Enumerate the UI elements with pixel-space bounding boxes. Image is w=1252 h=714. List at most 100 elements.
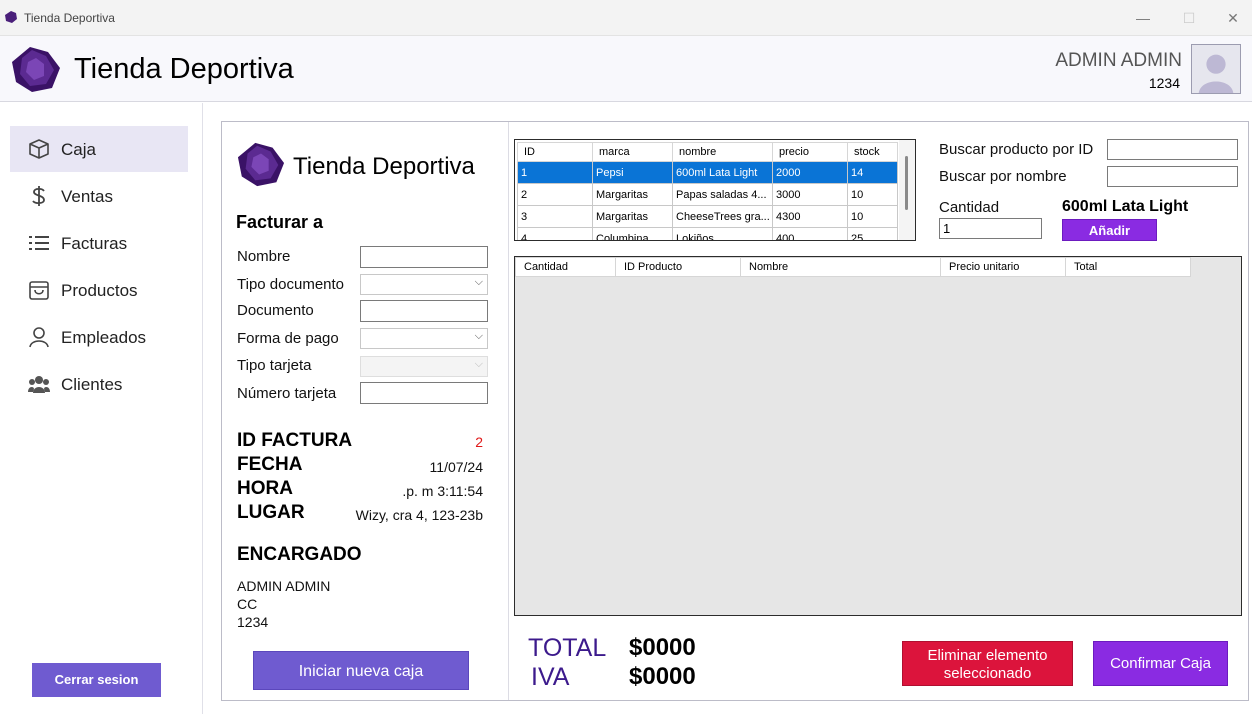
sidebar-item-label: Caja bbox=[61, 140, 96, 159]
search-id-label: Buscar producto por ID bbox=[939, 141, 1094, 158]
confirm-cash-button[interactable]: Confirmar Caja bbox=[1093, 641, 1228, 686]
current-user-code: 1234 bbox=[1148, 75, 1180, 91]
dollar-icon bbox=[32, 186, 45, 206]
add-button[interactable]: Añadir bbox=[1062, 219, 1157, 241]
brand-logo-icon bbox=[12, 47, 60, 92]
total-label: TOTAL bbox=[528, 634, 607, 662]
chevron-down-icon: ⌵ bbox=[474, 358, 483, 370]
chevron-down-icon: ⌵ bbox=[474, 330, 483, 342]
table-row[interactable]: 2 Margaritas Papas saladas 4... 3000 10 bbox=[517, 183, 898, 206]
tipo-tarjeta-select[interactable]: ⌵ bbox=[360, 356, 488, 377]
nombre-label: Nombre bbox=[237, 248, 291, 265]
hora-label: HORA bbox=[237, 478, 293, 499]
avatar[interactable] bbox=[1191, 44, 1241, 94]
fecha-label: FECHA bbox=[237, 454, 303, 475]
table-cell: Columbina bbox=[592, 227, 673, 240]
delete-selected-button[interactable]: Eliminar elemento seleccionado bbox=[902, 641, 1073, 686]
table-cell: 1 bbox=[517, 161, 593, 184]
app-logo-icon bbox=[5, 11, 17, 23]
table-cell: 3000 bbox=[772, 183, 848, 206]
sidebar-item-clientes[interactable]: Clientes bbox=[10, 361, 188, 407]
numero-tarjeta-input[interactable] bbox=[360, 382, 488, 404]
documento-label: Documento bbox=[237, 302, 314, 319]
table-row[interactable]: 4 Columbina Lokiños 400 25 bbox=[517, 227, 898, 240]
brand-title: Tienda Deportiva bbox=[74, 53, 294, 85]
table-cell: 4300 bbox=[772, 205, 848, 228]
column-header[interactable]: Precio unitario bbox=[940, 257, 1066, 277]
iva-value: $0000 bbox=[629, 663, 696, 690]
sidebar-item-label: Facturas bbox=[61, 234, 128, 253]
iva-label: IVA bbox=[531, 663, 570, 691]
tipo-documento-select[interactable]: ⌵ bbox=[360, 274, 488, 295]
bag-icon bbox=[29, 281, 49, 300]
quantity-label: Cantidad bbox=[939, 199, 1000, 216]
table-cell: Margaritas bbox=[592, 205, 673, 228]
cart-table: Cantidad ID Producto Nombre Precio unita… bbox=[515, 257, 1191, 277]
column-header[interactable]: Total bbox=[1065, 257, 1191, 277]
box-icon bbox=[29, 139, 49, 159]
table-cell: 2000 bbox=[772, 161, 848, 184]
table-cell: CheeseTrees gra... bbox=[672, 205, 773, 228]
list-icon bbox=[29, 236, 49, 250]
fecha-value: 11/07/24 bbox=[429, 459, 483, 475]
column-header[interactable]: Cantidad bbox=[515, 257, 616, 277]
invoice-brand: Tienda Deportiva bbox=[293, 153, 475, 180]
selected-product-name: 600ml Lata Light bbox=[1062, 198, 1189, 215]
app-window: Tienda Deportiva — ☐ ✕ Tienda Deportiva … bbox=[0, 0, 1252, 714]
close-button[interactable]: ✕ bbox=[1210, 6, 1252, 30]
brand-logo-icon bbox=[237, 142, 285, 187]
quantity-input[interactable]: 1 bbox=[939, 218, 1042, 239]
search-name-input[interactable] bbox=[1107, 166, 1238, 187]
forma-pago-label: Forma de pago bbox=[237, 330, 339, 347]
table-cell: 25 bbox=[847, 227, 898, 240]
column-header[interactable]: precio bbox=[772, 142, 848, 162]
invoice-section-title: Facturar a bbox=[236, 212, 324, 232]
nombre-input[interactable] bbox=[360, 246, 488, 268]
products-scrollbar[interactable] bbox=[899, 140, 915, 240]
encargado-doc-type: CC bbox=[237, 596, 258, 612]
table-cell: Lokiños bbox=[672, 227, 773, 240]
products-grid[interactable]: ID marca nombre precio stock 1 Pepsi 600… bbox=[514, 139, 916, 241]
column-header[interactable]: ID bbox=[517, 142, 593, 162]
cart-grid[interactable]: Cantidad ID Producto Nombre Precio unita… bbox=[514, 256, 1242, 616]
sidebar-item-ventas[interactable]: Ventas bbox=[10, 173, 188, 219]
app-header: Tienda Deportiva ADMIN ADMIN 1234 bbox=[0, 36, 1252, 102]
column-header[interactable]: Nombre bbox=[740, 257, 941, 277]
table-header-row: ID marca nombre precio stock bbox=[517, 142, 898, 162]
invoice-panel: Tienda Deportiva Facturar a Nombre Tipo … bbox=[222, 122, 509, 700]
minimize-button[interactable]: — bbox=[1120, 6, 1166, 30]
scrollbar-thumb[interactable] bbox=[905, 156, 908, 210]
documento-input[interactable] bbox=[360, 300, 488, 322]
sidebar-item-facturas[interactable]: Facturas bbox=[10, 220, 188, 266]
table-cell: Papas saladas 4... bbox=[672, 183, 773, 206]
new-cash-register-button[interactable]: Iniciar nueva caja bbox=[253, 651, 469, 690]
chevron-down-icon: ⌵ bbox=[474, 276, 483, 288]
column-header[interactable]: nombre bbox=[672, 142, 773, 162]
numero-tarjeta-label: Número tarjeta bbox=[237, 385, 337, 402]
column-header[interactable]: ID Producto bbox=[615, 257, 741, 277]
total-value: $0000 bbox=[629, 634, 696, 661]
logout-button[interactable]: Cerrar sesion bbox=[32, 663, 161, 697]
table-cell: 14 bbox=[847, 161, 898, 184]
id-factura-value: 2 bbox=[475, 434, 483, 450]
main-panel: Tienda Deportiva Facturar a Nombre Tipo … bbox=[221, 121, 1249, 701]
column-header[interactable]: stock bbox=[847, 142, 898, 162]
maximize-button[interactable]: ☐ bbox=[1166, 6, 1212, 30]
table-cell: 3 bbox=[517, 205, 593, 228]
table-cell: 400 bbox=[772, 227, 848, 240]
encargado-title: ENCARGADO bbox=[237, 544, 362, 565]
sidebar-item-empleados[interactable]: Empleados bbox=[10, 314, 188, 360]
column-header[interactable]: marca bbox=[592, 142, 673, 162]
user-icon bbox=[29, 327, 49, 348]
products-table: ID marca nombre precio stock 1 Pepsi 600… bbox=[517, 142, 898, 240]
users-icon bbox=[28, 376, 50, 393]
sidebar-item-productos[interactable]: Productos bbox=[10, 267, 188, 313]
table-row[interactable]: 3 Margaritas CheeseTrees gra... 4300 10 bbox=[517, 205, 898, 228]
sidebar-item-caja[interactable]: Caja bbox=[10, 126, 188, 172]
table-header-row: Cantidad ID Producto Nombre Precio unita… bbox=[515, 257, 1191, 277]
forma-pago-select[interactable]: ⌵ bbox=[360, 328, 488, 349]
title-bar: Tienda Deportiva — ☐ ✕ bbox=[0, 0, 1252, 36]
table-row[interactable]: 1 Pepsi 600ml Lata Light 2000 14 bbox=[517, 161, 898, 184]
search-id-input[interactable] bbox=[1107, 139, 1238, 160]
id-factura-label: ID FACTURA bbox=[237, 430, 353, 451]
